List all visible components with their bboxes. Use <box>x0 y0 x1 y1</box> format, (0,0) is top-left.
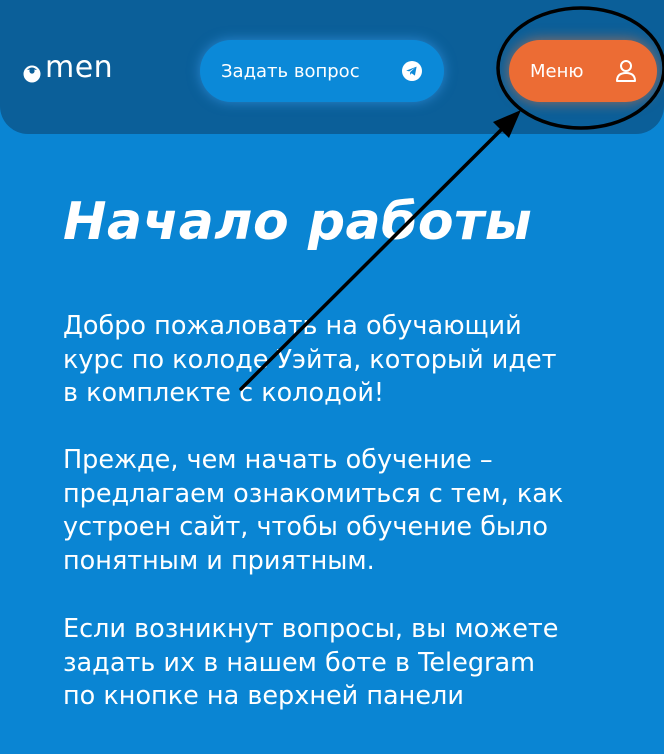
logo[interactable]: men <box>20 48 113 88</box>
questions-paragraph: Если возникнут вопросы, вы можете задать… <box>63 614 559 711</box>
intro-paragraph: Добро пожаловать на обучающий курс по ко… <box>63 311 557 408</box>
menu-label: Меню <box>530 60 584 82</box>
telegram-icon <box>402 61 422 81</box>
page: men Задать вопрос Меню Начало работы Доб… <box>0 0 664 754</box>
logo-text: men <box>45 50 114 85</box>
logo-mark-icon <box>23 65 41 83</box>
ask-question-label: Задать вопрос <box>221 60 360 82</box>
menu-button[interactable]: Меню <box>509 40 657 102</box>
top-navigation-bar: men Задать вопрос Меню <box>0 0 664 134</box>
user-icon <box>616 60 636 82</box>
ask-question-button[interactable]: Задать вопрос <box>200 40 444 102</box>
page-title: Начало работы <box>63 192 533 252</box>
site-overview-paragraph: Прежде, чем начать обучение – предлагаем… <box>63 445 564 576</box>
